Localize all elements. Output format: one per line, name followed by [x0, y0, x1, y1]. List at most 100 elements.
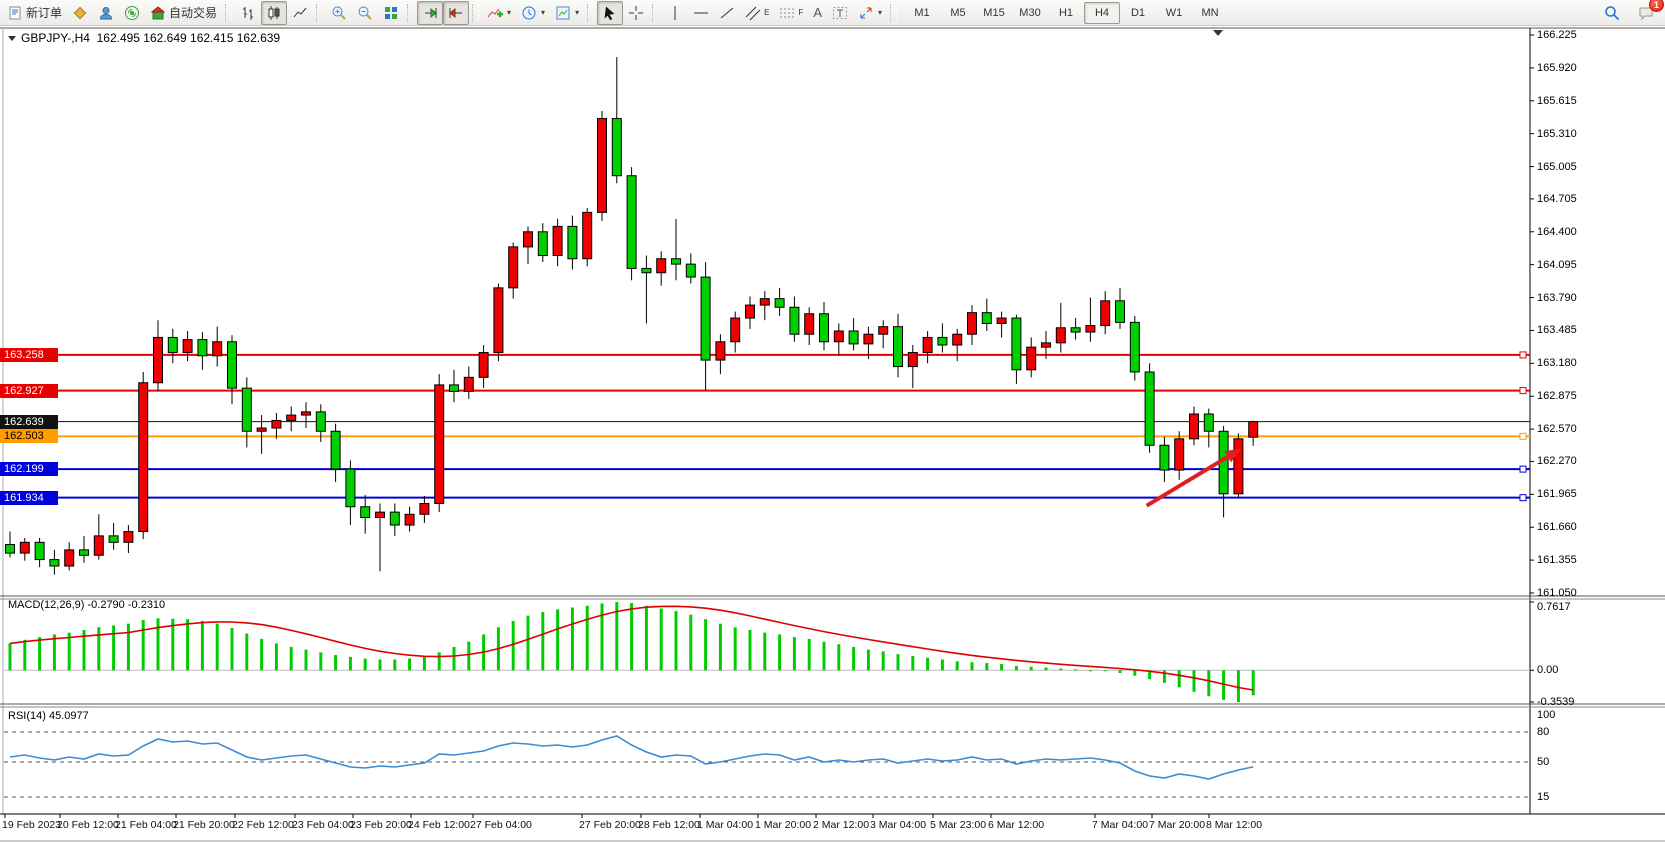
- timeframe-button-M15[interactable]: M15: [976, 2, 1012, 24]
- price-tick-label: 163.790: [1537, 292, 1577, 304]
- timeframe-button-MN[interactable]: MN: [1192, 2, 1228, 24]
- clock-icon: [521, 5, 537, 21]
- crosshair-icon: [628, 5, 644, 21]
- toolbar-grip: [316, 4, 323, 22]
- auto-scroll-button[interactable]: [417, 1, 443, 25]
- fibo-letter: F: [798, 8, 803, 17]
- periods-button[interactable]: ▾: [516, 1, 550, 25]
- horizontal-line-tool-button[interactable]: [688, 1, 714, 25]
- price-tick-label: 163.485: [1537, 324, 1577, 336]
- channel-tool-button[interactable]: E: [740, 1, 774, 25]
- indicators-button[interactable]: ▾: [482, 1, 516, 25]
- auto-trading-button[interactable]: 自动交易: [145, 1, 222, 25]
- rsi-tick-label: 100: [1537, 709, 1555, 721]
- cursor-arrow-icon: [602, 5, 618, 21]
- indicators-icon: [487, 5, 503, 21]
- time-axis-label: 8 Mar 12:00: [1206, 819, 1262, 831]
- main-toolbar: 新订单 自动交易: [0, 0, 1665, 26]
- zoom-in-icon: [331, 5, 347, 21]
- new-order-icon: [7, 5, 23, 21]
- notifications-button[interactable]: 1: [1633, 1, 1659, 25]
- price-tick-label: 162.270: [1537, 455, 1577, 467]
- chart-collapse-icon[interactable]: [8, 36, 16, 41]
- timeframe-button-M5[interactable]: M5: [940, 2, 976, 24]
- signals-button[interactable]: [119, 1, 145, 25]
- dropdown-caret: ▾: [878, 8, 882, 17]
- notification-badge: 1: [1649, 0, 1664, 12]
- price-level-badge[interactable]: 162.503: [0, 429, 58, 443]
- templates-button[interactable]: ▾: [550, 1, 584, 25]
- trendline-tool-button[interactable]: [714, 1, 740, 25]
- toolbar-grip: [587, 4, 594, 22]
- cursor-tool-button[interactable]: [597, 1, 623, 25]
- fibonacci-icon: [779, 5, 795, 21]
- gold-diamond-icon: [72, 5, 88, 21]
- dropdown-caret: ▾: [507, 8, 511, 17]
- auto-scroll-icon: [422, 5, 438, 21]
- search-icon: [1604, 5, 1620, 21]
- line-chart-mode-button[interactable]: [287, 1, 313, 25]
- price-tick-label: 161.050: [1537, 587, 1577, 599]
- crosshair-tool-button[interactable]: [623, 1, 649, 25]
- text-tool-button[interactable]: A: [808, 1, 827, 25]
- zoom-out-button[interactable]: [352, 1, 378, 25]
- signals-broadcast-icon: [124, 5, 140, 21]
- timeframe-button-H4[interactable]: H4: [1084, 2, 1120, 24]
- time-axis-label: 20 Feb 12:00: [57, 819, 119, 831]
- price-tick-label: 161.660: [1537, 521, 1577, 533]
- macd-value: -0.2790: [87, 599, 124, 611]
- time-axis-label: 27 Feb 20:00: [579, 819, 641, 831]
- new-order-button[interactable]: 新订单: [2, 1, 67, 25]
- mt4-window: 新订单 自动交易: [0, 0, 1665, 842]
- rsi-tick-label: 15: [1537, 791, 1549, 803]
- fibonacci-tool-button[interactable]: F: [774, 1, 808, 25]
- ohlc-bars-icon: [240, 5, 256, 21]
- macd-tick-label: -0.3539: [1537, 696, 1574, 708]
- time-axis-label: 28 Feb 12:00: [638, 819, 700, 831]
- chart-shift-button[interactable]: [443, 1, 469, 25]
- bar-chart-mode-button[interactable]: [235, 1, 261, 25]
- macd-tick-label: 0.00: [1537, 664, 1558, 676]
- toolbar-grip: [890, 4, 897, 22]
- rsi-tick-label: 50: [1537, 756, 1549, 768]
- timeframe-toolbar: M1M5M15M30H1H4D1W1MN: [904, 2, 1228, 24]
- price-level-badge[interactable]: 161.934: [0, 491, 58, 505]
- timeframe-button-W1[interactable]: W1: [1156, 2, 1192, 24]
- template-chart-icon: [555, 5, 571, 21]
- tile-windows-icon: [383, 5, 399, 21]
- vertical-line-tool-button[interactable]: [662, 1, 688, 25]
- price-tick-label: 166.225: [1537, 29, 1577, 41]
- zoom-in-button[interactable]: [326, 1, 352, 25]
- time-axis-label: 7 Mar 20:00: [1149, 819, 1205, 831]
- auto-trading-icon: [150, 5, 166, 21]
- timeframe-button-H1[interactable]: H1: [1048, 2, 1084, 24]
- price-tick-label: 165.005: [1537, 161, 1577, 173]
- candlestick-mode-button[interactable]: [261, 1, 287, 25]
- equidistant-channel-icon: [745, 5, 761, 21]
- price-tick-label: 161.965: [1537, 488, 1577, 500]
- time-axis-label: 21 Feb 04:00: [115, 819, 177, 831]
- rsi-tick-label: 80: [1537, 726, 1549, 738]
- timeframe-button-D1[interactable]: D1: [1120, 2, 1156, 24]
- timeframe-button-M30[interactable]: M30: [1012, 2, 1048, 24]
- price-tick-label: 165.615: [1537, 95, 1577, 107]
- search-button[interactable]: [1599, 1, 1625, 25]
- price-level-badge[interactable]: 162.639: [0, 415, 58, 429]
- timeframe-button-M1[interactable]: M1: [904, 2, 940, 24]
- price-level-badge[interactable]: 163.258: [0, 348, 58, 362]
- market-watch-button[interactable]: [67, 1, 93, 25]
- chart-symbol-period: GBPJPY-,H4: [21, 31, 90, 45]
- chart-title: GBPJPY-,H4 162.495 162.649 162.415 162.6…: [8, 31, 280, 45]
- rsi-indicator-label: RSI(14) 45.0977: [8, 710, 89, 722]
- text-label-tool-button[interactable]: [827, 1, 853, 25]
- community-button[interactable]: [93, 1, 119, 25]
- price-level-badge[interactable]: 162.927: [0, 384, 58, 398]
- arrows-tool-button[interactable]: ▾: [853, 1, 887, 25]
- price-level-badge[interactable]: 162.199: [0, 462, 58, 476]
- toolbar-grip: [472, 4, 479, 22]
- tile-windows-button[interactable]: [378, 1, 404, 25]
- channel-letter: E: [764, 8, 769, 17]
- chart-canvas[interactable]: [0, 0, 1665, 842]
- time-axis-label: 7 Mar 04:00: [1092, 819, 1148, 831]
- price-tick-label: 163.180: [1537, 357, 1577, 369]
